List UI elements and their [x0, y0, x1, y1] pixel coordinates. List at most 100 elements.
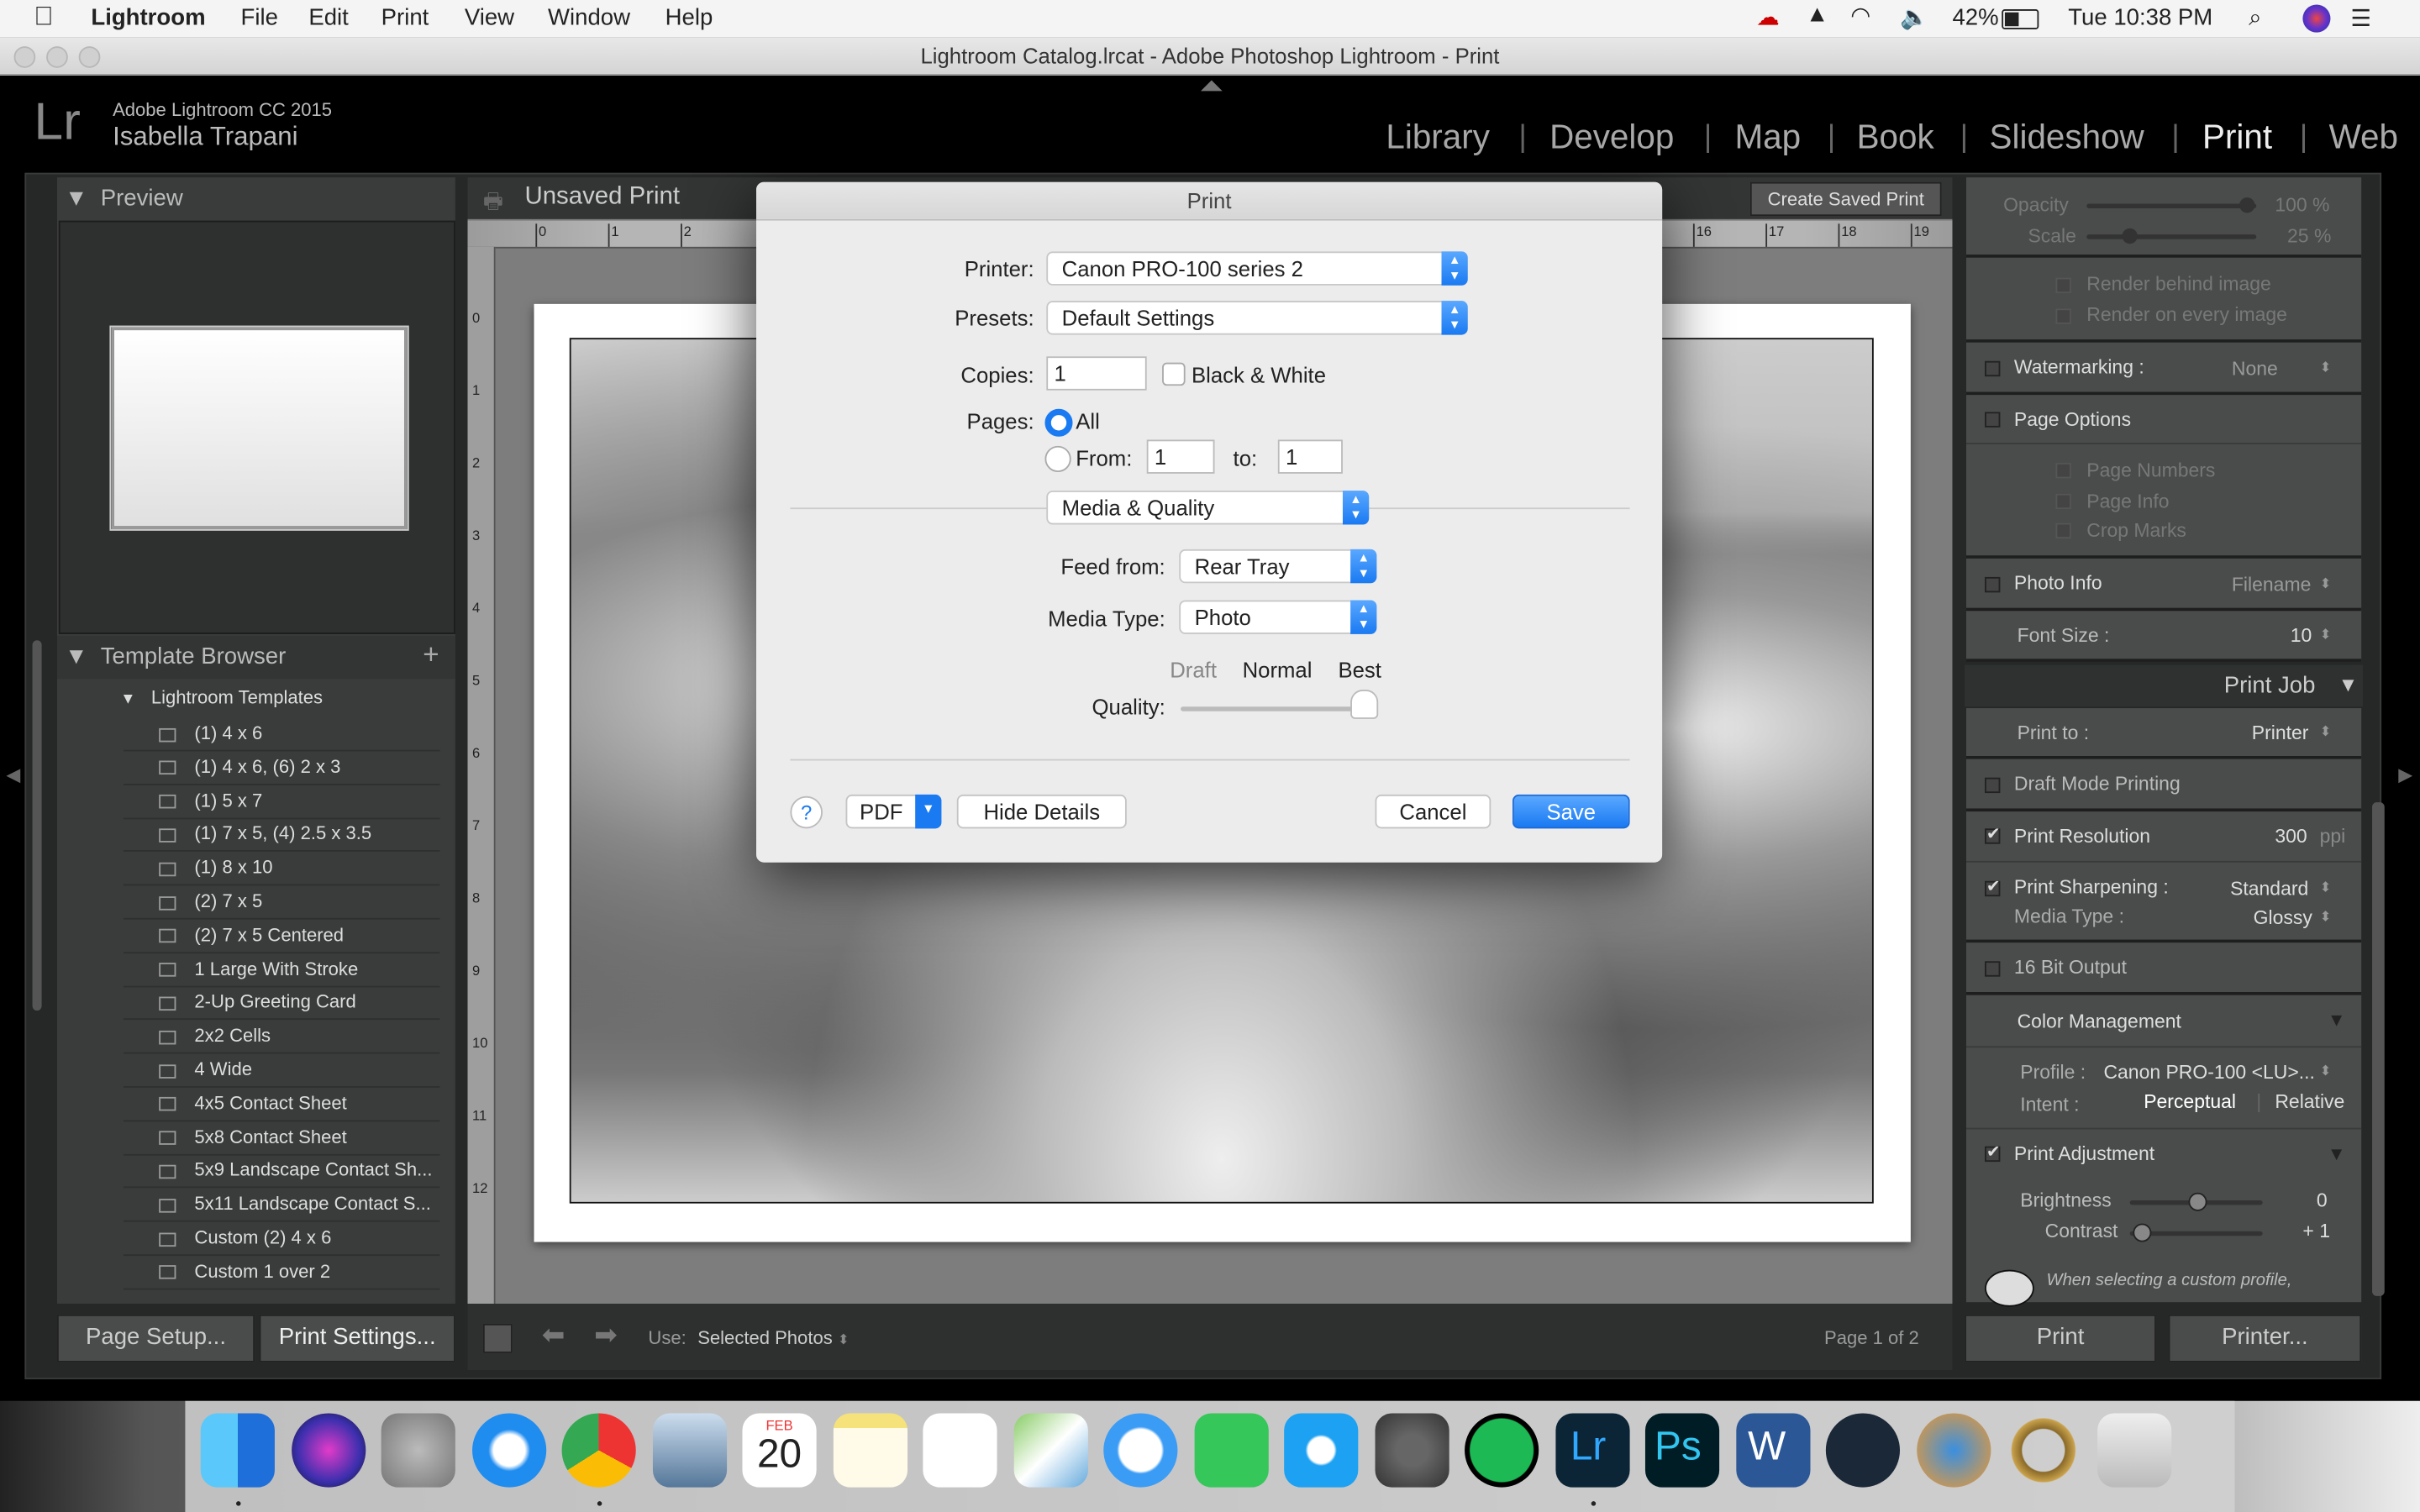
pages-from-radio[interactable] — [1044, 445, 1071, 473]
draft-mode-checkbox[interactable] — [1985, 777, 2001, 794]
cancel-button[interactable]: Cancel — [1375, 794, 1491, 829]
dock-messages-icon[interactable] — [1103, 1413, 1178, 1488]
dock-launchpad-icon[interactable] — [381, 1413, 455, 1488]
menu-print[interactable]: Print — [381, 5, 429, 31]
warning-icon[interactable]: ▲ — [1806, 2, 1828, 28]
dock-maps-icon[interactable] — [1013, 1413, 1087, 1488]
add-template-button[interactable]: + — [423, 638, 439, 671]
hide-details-button[interactable]: Hide Details — [956, 794, 1127, 829]
previous-page-icon[interactable]: ⬅ — [542, 1319, 566, 1352]
template-item[interactable]: (1) 5 x 7 — [194, 790, 262, 811]
create-saved-print-button[interactable]: Create Saved Print — [1749, 181, 1942, 217]
battery-icon[interactable] — [2002, 9, 2039, 29]
module-print[interactable]: Print — [2202, 118, 2272, 158]
dock-siri-icon[interactable] — [291, 1413, 366, 1488]
crop-marks-checkbox[interactable] — [2055, 522, 2071, 539]
dock-steam-icon[interactable] — [1825, 1413, 1901, 1488]
stop-icon[interactable] — [482, 1323, 513, 1353]
scale-slider[interactable] — [2086, 228, 2257, 244]
to-input[interactable]: 1 — [1277, 439, 1343, 474]
module-develop[interactable]: Develop — [1549, 118, 1674, 158]
collapse-left-panel-icon[interactable]: ◀ — [6, 764, 20, 785]
dock-system-preferences-icon[interactable] — [1374, 1413, 1449, 1488]
menu-window[interactable]: Window — [548, 5, 630, 31]
notification-center-icon[interactable]: ☰ — [2350, 5, 2371, 33]
template-item[interactable]: 4 Wide — [194, 1058, 252, 1080]
next-page-icon[interactable]: ➡ — [594, 1319, 618, 1352]
print-resolution-checkbox[interactable] — [1985, 824, 2001, 844]
quality-slider[interactable] — [1181, 690, 1379, 719]
menu-help[interactable]: Help — [666, 5, 713, 31]
print-resolution-value[interactable]: 300 — [2275, 826, 2307, 848]
module-slideshow[interactable]: Slideshow — [1990, 118, 2144, 158]
template-item[interactable]: 1 Large With Stroke — [194, 958, 358, 979]
template-item[interactable]: 4x5 Contact Sheet — [194, 1092, 346, 1114]
identity-plate[interactable]: Isabella Trapani — [113, 122, 297, 153]
template-item[interactable]: (1) 7 x 5, (4) 2.5 x 3.5 — [194, 823, 371, 845]
dock-safari-icon[interactable] — [471, 1413, 546, 1488]
close-window-button[interactable] — [13, 46, 36, 68]
slider-thumb[interactable] — [2188, 1192, 2207, 1211]
copies-input[interactable]: 1 — [1046, 356, 1147, 391]
template-item[interactable]: (1) 4 x 6, (6) 2 x 3 — [194, 756, 340, 778]
dock-finder-icon[interactable] — [200, 1413, 275, 1488]
help-button[interactable]: ? — [790, 795, 823, 829]
dock-ring-icon[interactable] — [2006, 1413, 2081, 1488]
pdf-menu-button[interactable]: PDF ▾ — [845, 794, 942, 829]
module-book[interactable]: Book — [1857, 118, 1934, 158]
template-browser-title[interactable]: ▼ Template Browser — [65, 643, 286, 669]
siri-icon[interactable] — [2302, 4, 2331, 33]
print-sharpening-dropdown[interactable]: Standard — [2230, 878, 2308, 900]
page-numbers-checkbox[interactable] — [2055, 463, 2071, 479]
16-bit-checkbox[interactable] — [1985, 961, 2001, 977]
module-library[interactable]: Library — [1386, 118, 1490, 158]
zoom-window-button[interactable] — [78, 46, 101, 68]
slider-thumb[interactable] — [2239, 197, 2255, 213]
module-map[interactable]: Map — [1734, 118, 1801, 158]
dock-app-store-icon[interactable] — [1284, 1413, 1359, 1488]
print-to-dropdown[interactable]: Printer — [2252, 722, 2309, 744]
menu-app[interactable]: Lightroom — [91, 5, 205, 31]
dock-spotify-icon[interactable] — [1465, 1413, 1539, 1488]
render-every-checkbox[interactable] — [2055, 308, 2071, 324]
color-management-header[interactable]: Color Management ▼ — [1965, 995, 2362, 1048]
feed-from-select[interactable]: Rear Tray ▲ ▼ — [1179, 549, 1377, 584]
menu-file[interactable]: File — [241, 5, 278, 31]
dock-chrome-icon[interactable] — [561, 1413, 636, 1488]
template-item[interactable]: (1) 8 x 10 — [194, 857, 272, 879]
slider-thumb[interactable] — [2133, 1223, 2152, 1242]
template-item[interactable]: 5x11 Landscape Contact S... — [194, 1193, 430, 1215]
watermarking-checkbox[interactable] — [1985, 360, 2001, 377]
dock-reminders-icon[interactable] — [923, 1413, 997, 1488]
profile-dropdown[interactable]: Canon PRO-100 <LU>... — [2103, 1062, 2314, 1084]
spotlight-icon[interactable]: ⌕ — [2249, 5, 2261, 31]
clock[interactable]: Tue 10:38 PM — [2068, 5, 2212, 31]
apple-icon[interactable]:  — [34, 2, 53, 33]
wifi-icon[interactable]: ◠ — [1850, 2, 1870, 29]
dock-preview-icon[interactable] — [652, 1413, 727, 1488]
print-settings-button[interactable]: Print Settings... — [259, 1314, 455, 1362]
dock-facetime-icon[interactable] — [1193, 1413, 1268, 1488]
template-item[interactable]: Custom 1 over 2 — [194, 1260, 330, 1282]
template-item[interactable]: (2) 7 x 5 — [194, 890, 262, 912]
minimize-window-button[interactable] — [46, 46, 68, 68]
watermarking-dropdown[interactable]: None — [2232, 358, 2278, 380]
use-dropdown[interactable]: Selected Photos ⬍ — [697, 1327, 850, 1349]
page-options-checkbox[interactable] — [1985, 412, 2001, 428]
dock-notes-icon[interactable] — [832, 1413, 908, 1488]
collapse-top-panel-icon[interactable] — [1200, 80, 1223, 92]
print-button[interactable]: Print — [1965, 1314, 2156, 1362]
page-info-checkbox[interactable] — [2055, 493, 2071, 510]
preview-header[interactable]: ▼ Preview — [65, 185, 183, 211]
photo-info-dropdown[interactable]: Filename — [2232, 574, 2311, 596]
volume-icon[interactable]: 🔈 — [1900, 3, 1928, 31]
template-item[interactable]: (1) 4 x 6 — [194, 722, 262, 744]
print-job-header[interactable]: Print Job ▼ — [1965, 664, 2364, 707]
template-item[interactable]: 5x9 Landscape Contact Sh... — [194, 1159, 432, 1181]
left-scrollbar[interactable] — [32, 640, 42, 1011]
opacity-slider[interactable] — [2086, 197, 2257, 213]
brightness-slider[interactable] — [2129, 1192, 2263, 1211]
pages-all-radio[interactable] — [1044, 408, 1073, 437]
template-folder[interactable]: ▼ Lightroom Templates — [120, 686, 323, 708]
photo-info-checkbox[interactable] — [1985, 576, 2001, 593]
